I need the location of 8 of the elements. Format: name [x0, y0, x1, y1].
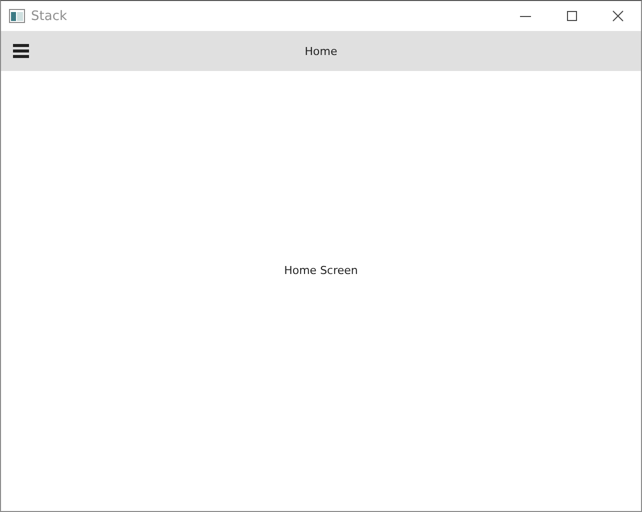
window-title: Stack — [31, 8, 67, 24]
close-icon — [612, 10, 624, 22]
maximize-icon — [566, 10, 578, 22]
menu-icon — [13, 44, 29, 58]
toolbar-title: Home — [304, 44, 338, 58]
app-icon — [9, 9, 25, 23]
menu-button[interactable] — [12, 43, 30, 59]
screen-label: Home Screen — [284, 264, 358, 276]
